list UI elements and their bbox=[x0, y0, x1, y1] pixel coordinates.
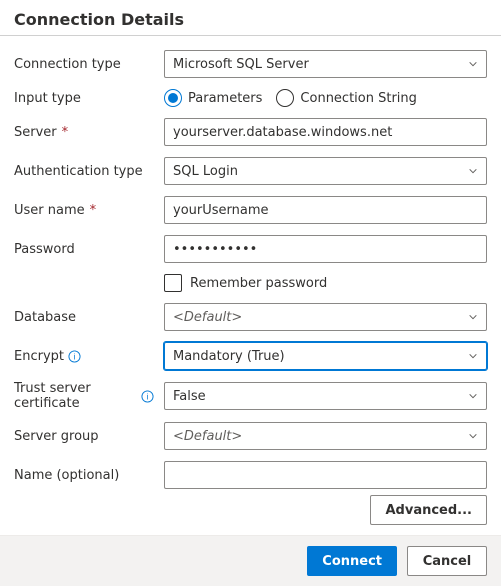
name-optional-input[interactable] bbox=[164, 461, 487, 489]
info-icon[interactable]: i bbox=[141, 390, 154, 403]
label-input-type: Input type bbox=[14, 91, 154, 106]
label-name-optional: Name (optional) bbox=[14, 468, 154, 483]
form: Connection type Microsoft SQL Server Inp… bbox=[0, 46, 501, 489]
trust-cert-select[interactable]: False bbox=[164, 382, 487, 410]
label-server-group: Server group bbox=[14, 429, 154, 444]
label-database: Database bbox=[14, 310, 154, 325]
required-asterisk: * bbox=[62, 125, 69, 140]
footer: Connect Cancel bbox=[0, 535, 501, 586]
radio-parameters-label: Parameters bbox=[188, 91, 262, 106]
advanced-row: Advanced... bbox=[0, 489, 501, 535]
auth-type-select[interactable]: SQL Login bbox=[164, 157, 487, 185]
server-input[interactable] bbox=[164, 118, 487, 146]
section-title: Connection Details bbox=[0, 0, 501, 29]
radio-connection-string-label: Connection String bbox=[300, 91, 417, 106]
remember-password-checkbox[interactable] bbox=[164, 274, 182, 292]
label-connection-type: Connection type bbox=[14, 57, 154, 72]
server-group-select[interactable]: <Default> bbox=[164, 422, 487, 450]
row-connection-type: Connection type Microsoft SQL Server bbox=[14, 50, 487, 78]
row-database: Database <Default> bbox=[14, 303, 487, 331]
divider bbox=[0, 35, 501, 36]
label-encrypt: Encrypt i bbox=[14, 349, 154, 364]
radio-parameters[interactable]: Parameters bbox=[164, 89, 262, 107]
row-server-group: Server group <Default> bbox=[14, 422, 487, 450]
row-remember: Remember password bbox=[14, 274, 487, 292]
connect-button[interactable]: Connect bbox=[307, 546, 397, 576]
row-username: User name* bbox=[14, 196, 487, 224]
username-input[interactable] bbox=[164, 196, 487, 224]
label-trust-cert: Trust server certificate i bbox=[14, 381, 154, 411]
info-icon[interactable]: i bbox=[68, 350, 81, 363]
connection-type-select[interactable]: Microsoft SQL Server bbox=[164, 50, 487, 78]
row-server: Server* bbox=[14, 118, 487, 146]
database-select[interactable]: <Default> bbox=[164, 303, 487, 331]
row-name-optional: Name (optional) bbox=[14, 461, 487, 489]
row-encrypt: Encrypt i Mandatory (True) bbox=[14, 342, 487, 370]
label-password: Password bbox=[14, 242, 154, 257]
cancel-button[interactable]: Cancel bbox=[407, 546, 487, 576]
radio-connection-string[interactable]: Connection String bbox=[276, 89, 417, 107]
password-input[interactable] bbox=[164, 235, 487, 263]
label-username: User name* bbox=[14, 203, 154, 218]
encrypt-select[interactable]: Mandatory (True) bbox=[164, 342, 487, 370]
svg-text:i: i bbox=[147, 391, 149, 401]
row-trust-cert: Trust server certificate i False bbox=[14, 381, 487, 411]
radio-icon-unselected bbox=[276, 89, 294, 107]
label-server: Server* bbox=[14, 125, 154, 140]
row-input-type: Input type Parameters Connection String bbox=[14, 89, 487, 107]
remember-password-label: Remember password bbox=[190, 276, 327, 291]
required-asterisk: * bbox=[90, 203, 97, 218]
radio-icon-selected bbox=[164, 89, 182, 107]
label-auth-type: Authentication type bbox=[14, 164, 154, 179]
svg-text:i: i bbox=[74, 351, 76, 361]
advanced-button[interactable]: Advanced... bbox=[370, 495, 487, 525]
row-auth-type: Authentication type SQL Login bbox=[14, 157, 487, 185]
row-password: Password bbox=[14, 235, 487, 263]
